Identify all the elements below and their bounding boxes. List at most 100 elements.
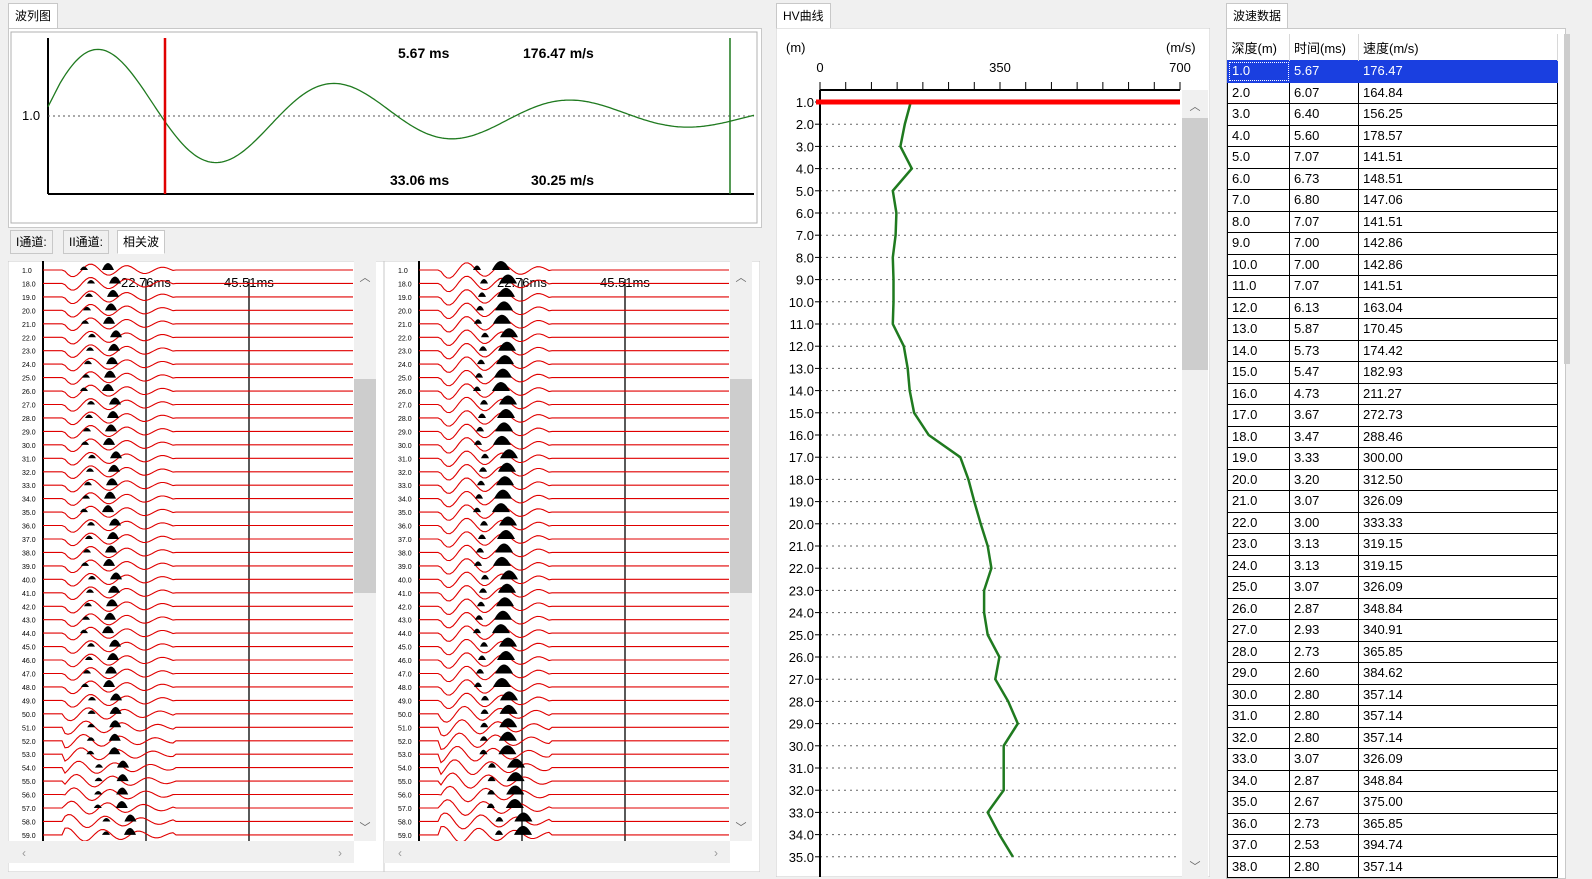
- table-row[interactable]: 14.0 5.73 174.42: [1227, 339, 1558, 362]
- wave-depth-label: 44.0: [22, 631, 36, 638]
- hv-depth-label: 7.0: [796, 228, 814, 243]
- table-cell: 164.84: [1358, 81, 1558, 104]
- top-wave-chart[interactable]: 1.0 5.67 ms 176.47 m/s 33.06 ms 30.25 m/…: [8, 28, 760, 226]
- table-row[interactable]: 8.0 7.07 141.51: [1227, 210, 1558, 233]
- table-row[interactable]: 5.0 7.07 141.51: [1227, 146, 1558, 169]
- table-row[interactable]: 13.0 5.87 170.45: [1227, 318, 1558, 341]
- table-row[interactable]: 33.0 3.07 326.09: [1227, 748, 1558, 771]
- table-row[interactable]: 32.0 2.80 357.14: [1227, 726, 1558, 749]
- scroll-up-icon[interactable]: ︿: [736, 272, 747, 284]
- table-cell: 4.73: [1289, 382, 1359, 405]
- hv-scroll-thumb[interactable]: [1182, 118, 1208, 370]
- subtab-channel-2[interactable]: II通道:: [63, 230, 110, 254]
- table-row[interactable]: 12.0 6.13 163.04: [1227, 296, 1558, 319]
- table-cell: 375.00: [1358, 791, 1558, 814]
- table-cell: 15.0: [1227, 361, 1290, 384]
- wave-panel-channel-2[interactable]: 22.76ms 45.51ms1.018.019.020.021.022.023.…: [384, 261, 760, 872]
- table-row[interactable]: 10.0 7.00 142.86: [1227, 253, 1558, 276]
- table-row[interactable]: 18.0 3.47 288.46: [1227, 425, 1558, 448]
- table-row[interactable]: 29.0 2.60 384.62: [1227, 662, 1558, 685]
- table-cell: 2.87: [1289, 597, 1359, 620]
- subtab-correlation[interactable]: 相关波: [117, 230, 166, 254]
- scroll-down-icon[interactable]: ﹀: [736, 821, 747, 834]
- wave-depth-label: 22.0: [22, 335, 36, 342]
- table-cell: 326.09: [1358, 490, 1558, 513]
- wave-depth-label: 37.0: [22, 537, 36, 544]
- wave-panel-channel-1[interactable]: 22.76ms 45.51ms 1.0 18.0 19.0 20.0 21.0 22.0 23.…: [8, 261, 384, 872]
- table-row[interactable]: 1.0 5.67 176.47: [1227, 60, 1558, 83]
- wave-depth-label: 49.0: [22, 698, 36, 705]
- table-row[interactable]: 36.0 2.73 365.85: [1227, 812, 1558, 835]
- table-row[interactable]: 4.0 5.60 178.57: [1227, 124, 1558, 147]
- table-header-cell[interactable]: 深度(m): [1227, 34, 1290, 61]
- table-cell: 6.73: [1289, 167, 1359, 190]
- hv-scroll-down-icon[interactable]: ﹀: [1190, 860, 1201, 873]
- table-row[interactable]: 24.0 3.13 319.15: [1227, 554, 1558, 577]
- table-header-cell[interactable]: 时间(ms): [1289, 34, 1359, 61]
- table-row[interactable]: 17.0 3.67 272.73: [1227, 404, 1558, 427]
- scroll-left-icon[interactable]: ‹: [398, 846, 402, 860]
- table-row[interactable]: 11.0 7.07 141.51: [1227, 275, 1558, 298]
- table-cell: 394.74: [1358, 834, 1558, 857]
- table-row[interactable]: 20.0 3.20 312.50: [1227, 468, 1558, 491]
- table-cell: 10.0: [1227, 253, 1290, 276]
- wave-depth-label: 21.0: [398, 322, 412, 329]
- table-row[interactable]: 27.0 2.93 340.91: [1227, 619, 1558, 642]
- tab-speed-data[interactable]: 波速数据: [1226, 3, 1289, 28]
- wave-depth-label: 28.0: [22, 416, 36, 423]
- wave-depth-label: 33.0: [22, 483, 36, 490]
- tab-hv-curve[interactable]: HV曲线: [776, 3, 831, 28]
- table-row[interactable]: 16.0 4.73 211.27: [1227, 382, 1558, 405]
- table-row[interactable]: 15.0 5.47 182.93: [1227, 361, 1558, 384]
- table-cell: 21.0: [1227, 490, 1290, 513]
- table-cell: 5.73: [1289, 339, 1359, 362]
- wave-depth-label: 33.0: [398, 483, 412, 490]
- wave-depth-label: 53.0: [398, 752, 412, 759]
- table-row[interactable]: 3.0 6.40 156.25: [1227, 103, 1558, 126]
- readout-speed-2: 30.25 m/s: [531, 172, 594, 188]
- scroll-right-icon[interactable]: ›: [338, 846, 342, 860]
- speed-data-table[interactable]: 深度(m) 时间(ms) 速度(m/s) 1.0 5.67 176.47 2.0 6.07 1…: [1227, 34, 1558, 878]
- table-row[interactable]: 7.0 6.80 147.06: [1227, 189, 1558, 212]
- table-header-cell[interactable]: 速度(m/s): [1358, 34, 1558, 61]
- table-row[interactable]: 23.0 3.13 319.15: [1227, 533, 1558, 556]
- table-cell: 141.51: [1358, 275, 1558, 298]
- wave-panel-scroll-thumb[interactable]: [354, 379, 376, 593]
- subtab-channel-1[interactable]: I通道:: [10, 230, 53, 254]
- table-row[interactable]: 38.0 2.80 357.14: [1227, 855, 1558, 878]
- hv-x-tick-label: 350: [989, 60, 1011, 75]
- table-row[interactable]: 2.0 6.07 164.84: [1227, 81, 1558, 104]
- wave-depth-label: 43.0: [398, 618, 412, 625]
- table-row[interactable]: 35.0 2.67 375.00: [1227, 791, 1558, 814]
- tab-wave-train[interactable]: 波列图: [8, 3, 59, 28]
- scroll-down-icon[interactable]: ﹀: [360, 821, 371, 834]
- wave-panel-h-scrollbar[interactable]: [8, 841, 354, 863]
- table-row[interactable]: 34.0 2.87 348.84: [1227, 769, 1558, 792]
- table-row[interactable]: 21.0 3.07 326.09: [1227, 490, 1558, 513]
- table-row[interactable]: 26.0 2.87 348.84: [1227, 597, 1558, 620]
- table-row[interactable]: 28.0 2.73 365.85: [1227, 640, 1558, 663]
- wave-panel-h-scrollbar[interactable]: [384, 841, 730, 863]
- table-row[interactable]: 31.0 2.80 357.14: [1227, 705, 1558, 728]
- table-row[interactable]: 9.0 7.00 142.86: [1227, 232, 1558, 255]
- table-cell: 2.73: [1289, 812, 1359, 835]
- hv-curve-chart[interactable]: (m) (m/s) 0 350 700 1.0 2.0 3.0 4.0 5.0 6.0 7.0 8…: [776, 28, 1210, 877]
- table-row[interactable]: 6.0 6.73 148.51: [1227, 167, 1558, 190]
- wave-panel-scroll-thumb[interactable]: [730, 379, 752, 593]
- table-row[interactable]: 19.0 3.33 300.00: [1227, 447, 1558, 470]
- scroll-right-icon[interactable]: ›: [714, 846, 718, 860]
- wave-depth-label: 24.0: [398, 362, 412, 369]
- hv-scroll-up-icon[interactable]: ︿: [1190, 101, 1201, 113]
- hv-depth-label: 5.0: [796, 184, 814, 199]
- table-cell: 3.13: [1289, 554, 1359, 577]
- hv-depth-label: 28.0: [789, 694, 814, 709]
- table-scroll-thumb[interactable]: [1564, 34, 1570, 364]
- table-cell: 312.50: [1358, 468, 1558, 491]
- table-row[interactable]: 37.0 2.53 394.74: [1227, 834, 1558, 857]
- table-row[interactable]: 25.0 3.07 326.09: [1227, 576, 1558, 599]
- scroll-up-icon[interactable]: ︿: [360, 272, 371, 284]
- table-cell: 288.46: [1358, 425, 1558, 448]
- table-row[interactable]: 30.0 2.80 357.14: [1227, 683, 1558, 706]
- scroll-left-icon[interactable]: ‹: [22, 846, 26, 860]
- table-row[interactable]: 22.0 3.00 333.33: [1227, 511, 1558, 534]
